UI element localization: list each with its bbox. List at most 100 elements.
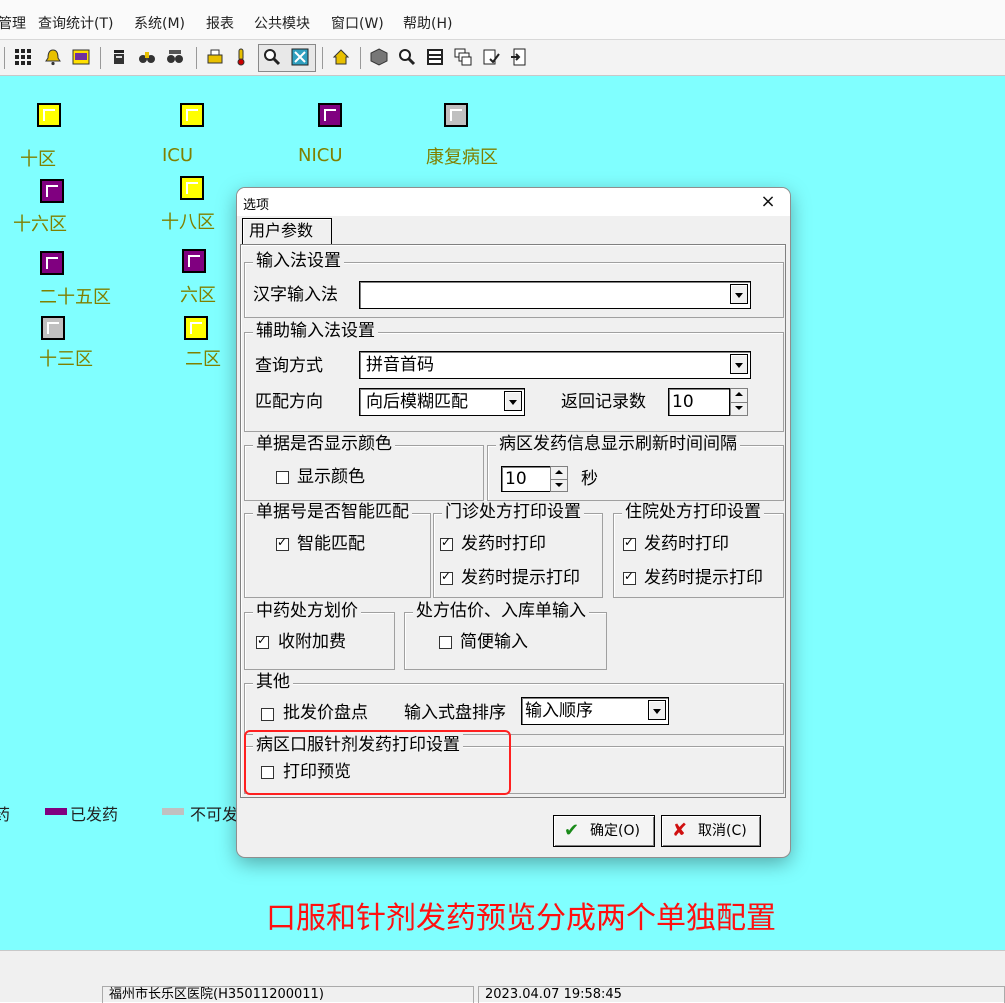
bell-icon[interactable]: [44, 48, 62, 66]
toolbar-separator: [196, 47, 197, 69]
exit-icon[interactable]: [510, 48, 528, 66]
smart-match-checkbox[interactable]: [276, 535, 289, 551]
group-title: 输入法设置: [253, 250, 344, 272]
tcm-surcharge-checkbox[interactable]: [256, 633, 269, 649]
check-doc-icon[interactable]: [482, 48, 500, 66]
ward-label[interactable]: 二十五区: [39, 283, 111, 309]
stack-icon[interactable]: [454, 48, 472, 66]
grid-icon[interactable]: [14, 48, 32, 66]
record-count-spinner[interactable]: [730, 388, 748, 416]
chevron-down-icon[interactable]: [504, 391, 522, 411]
ward-label[interactable]: 十八区: [161, 208, 215, 234]
ward-label[interactable]: 康复病区: [426, 143, 498, 169]
outpatient-print-checkbox[interactable]: [440, 535, 453, 551]
calc-icon[interactable]: [291, 48, 309, 66]
dialog-title: 选项: [243, 198, 270, 213]
close-icon[interactable]: ×: [757, 192, 779, 212]
dialog-titlebar[interactable]: 选项 ×: [237, 188, 790, 216]
cube-icon[interactable]: [370, 48, 388, 66]
ward-icon[interactable]: [180, 103, 204, 127]
cup-icon[interactable]: [110, 48, 128, 66]
ward-icon[interactable]: [444, 103, 468, 127]
toolbar-separator: [360, 47, 361, 69]
ward-icon[interactable]: [318, 103, 342, 127]
group-title: 住院处方打印设置: [622, 501, 764, 523]
ward-label[interactable]: 十区: [20, 145, 56, 171]
chevron-down-icon[interactable]: [730, 284, 748, 304]
thermometer-icon[interactable]: [232, 48, 250, 66]
zoom-icon[interactable]: [263, 48, 281, 66]
record-count-input[interactable]: 10: [668, 388, 730, 416]
simple-input-checkbox[interactable]: [439, 636, 452, 649]
ward-label[interactable]: NICU: [298, 145, 343, 166]
ime-group: 输入法设置 汉字输入法: [244, 250, 784, 318]
status-bar: 福州市长乐区医院(H35011200011) 2023.04.07 19:58:…: [0, 950, 1005, 1003]
ok-button[interactable]: ✔ 确定(O): [553, 815, 655, 847]
group-title: 辅助输入法设置: [253, 320, 378, 342]
ward-label[interactable]: 二区: [185, 345, 221, 371]
ward-icon[interactable]: [40, 251, 64, 275]
refresh-interval-spinner[interactable]: [550, 466, 568, 492]
query-mode-select[interactable]: 拼音首码: [359, 351, 751, 379]
group-title: 其他: [253, 671, 293, 693]
match-direction-select[interactable]: 向后模糊匹配: [359, 388, 525, 416]
toolbar-separator: [100, 47, 101, 69]
ward-icon[interactable]: [180, 176, 204, 200]
list-icon[interactable]: [426, 48, 444, 66]
refresh-unit: 秒: [581, 469, 598, 489]
ward-label[interactable]: 十六区: [13, 210, 67, 236]
group-title: 处方估价、入库单输入: [413, 600, 589, 622]
simple-input-label: 简便输入: [460, 632, 528, 652]
status-hospital: 福州市长乐区医院(H35011200011): [102, 986, 474, 1003]
refresh-interval-input[interactable]: 10: [501, 466, 551, 492]
inpatient-prompt-checkbox[interactable]: [623, 569, 636, 585]
ok-button-label: 确定(O): [590, 823, 640, 839]
ward-icon[interactable]: [40, 179, 64, 203]
binoculars-icon[interactable]: [138, 48, 156, 66]
show-color-checkbox[interactable]: [276, 471, 289, 484]
status-datetime: 2023.04.07 19:58:45: [478, 986, 1005, 1003]
search-icon[interactable]: [398, 48, 416, 66]
ime-select[interactable]: [359, 281, 751, 309]
ward-label[interactable]: ICU: [162, 145, 193, 166]
outpatient-prompt-checkbox[interactable]: [440, 569, 453, 585]
x-icon: ✘: [672, 820, 688, 841]
menu-bar: 管理 查询统计(T) 系统(M) 报表 公共模块 窗口(W) 帮助(H): [0, 0, 1005, 40]
menu-manage[interactable]: 管理: [0, 13, 26, 33]
printer-icon[interactable]: [206, 48, 224, 66]
ward-icon[interactable]: [37, 103, 61, 127]
tcm-surcharge-label: 收附加费: [278, 632, 346, 652]
chevron-down-icon[interactable]: [730, 354, 748, 374]
toolbar-separator: [322, 47, 323, 69]
chevron-down-icon[interactable]: [648, 700, 666, 720]
wholesale-inventory-checkbox[interactable]: [261, 708, 274, 721]
record-count-label: 返回记录数: [561, 392, 646, 412]
menu-help[interactable]: 帮助(H): [403, 13, 452, 33]
binoculars-2-icon[interactable]: [166, 48, 184, 66]
color-group: 单据是否显示颜色 显示颜色: [244, 433, 484, 501]
menu-public-module[interactable]: 公共模块: [254, 13, 310, 33]
menu-report[interactable]: 报表: [206, 13, 234, 33]
refresh-interval-value: 10: [505, 469, 527, 489]
inpatient-print-checkbox[interactable]: [623, 535, 636, 551]
ward-label[interactable]: 十三区: [39, 345, 93, 371]
ward-label[interactable]: 六区: [180, 281, 216, 307]
tab-user-params[interactable]: 用户参数: [242, 218, 332, 245]
menu-window[interactable]: 窗口(W): [331, 13, 384, 33]
legend-label: 不可发: [190, 805, 239, 824]
home-icon[interactable]: [332, 48, 350, 66]
match-direction-label: 匹配方向: [255, 392, 323, 412]
cancel-button-label: 取消(C): [698, 823, 747, 839]
ward-icon[interactable]: [184, 316, 208, 340]
pm-icon[interactable]: [72, 48, 90, 66]
match-direction-value: 向后模糊匹配: [366, 392, 468, 412]
toolbar: [0, 40, 1005, 76]
menu-query-stats[interactable]: 查询统计(T): [38, 13, 113, 33]
sort-order-select[interactable]: 输入顺序: [521, 697, 669, 725]
cancel-button[interactable]: ✘ 取消(C): [661, 815, 761, 847]
ward-icon[interactable]: [182, 249, 206, 273]
toolbar-separator: [4, 47, 5, 69]
estimate-input-group: 处方估价、入库单输入 简便输入: [404, 600, 607, 670]
ward-icon[interactable]: [41, 316, 65, 340]
menu-system[interactable]: 系统(M): [134, 13, 185, 33]
